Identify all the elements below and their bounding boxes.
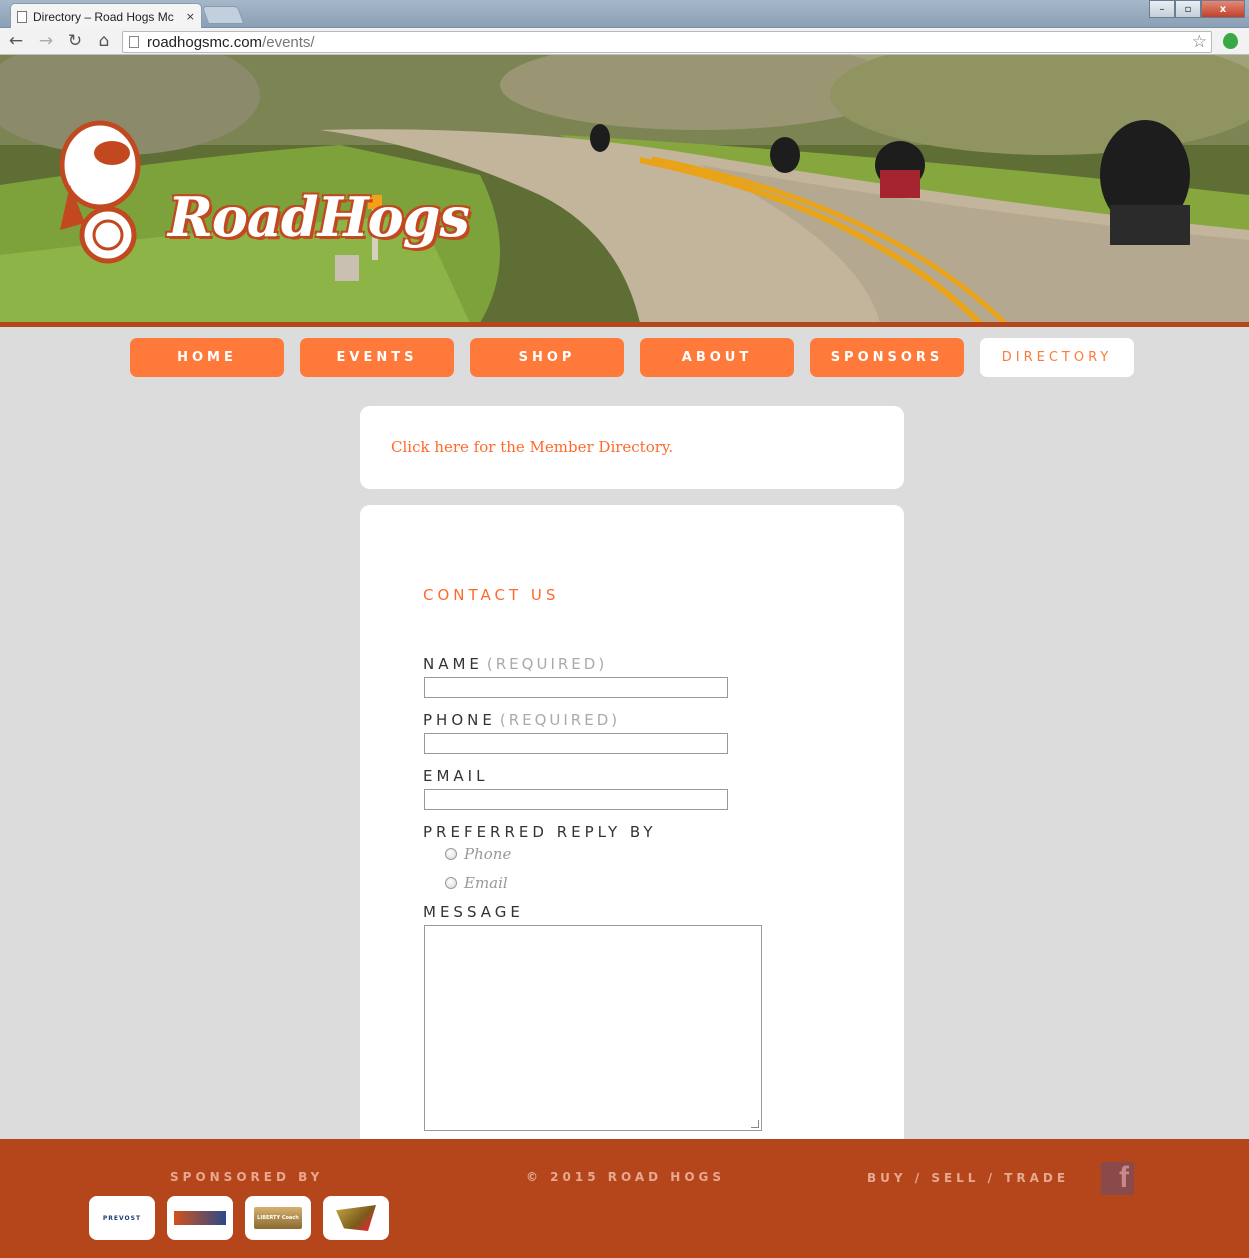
buy-sell-trade-link[interactable]: BUY / SELL / TRADE (867, 1171, 1069, 1185)
reply-label: PREFERRED REPLY BY (423, 823, 657, 841)
address-bar[interactable]: roadhogsmc.com/events/ ☆ (122, 31, 1212, 53)
sponsor-name: PREVOST (102, 1214, 142, 1222)
message-label: MESSAGE (423, 903, 524, 921)
new-tab-button[interactable] (201, 6, 245, 24)
footer: SPONSORED BY PREVOST LIBERTY Coach © 201… (0, 1139, 1249, 1258)
page-icon (17, 10, 27, 23)
url-path: /events/ (262, 33, 315, 51)
radio-email[interactable] (445, 877, 457, 889)
sponsor-name: LIBERTY Coach (257, 1215, 299, 1221)
reload-icon[interactable]: ↻ (65, 31, 85, 51)
reply-option-email[interactable]: Email (445, 874, 508, 892)
contact-title: CONTACT US (423, 586, 560, 604)
hero-banner: RoadHogs (0, 55, 1249, 323)
sponsor-mark: LIBERTY Coach (254, 1207, 302, 1229)
name-label: NAME (REQUIRED) (423, 655, 607, 673)
member-directory-link[interactable]: Click here for the Member Directory. (391, 438, 673, 456)
browser-tab-active[interactable]: Directory – Road Hogs Mc × (10, 3, 202, 29)
minimize-button[interactable]: – (1149, 0, 1175, 18)
nav-shop[interactable]: SHOP (470, 338, 624, 377)
radio-email-label: Email (464, 874, 508, 892)
page-icon (129, 36, 139, 48)
email-label: EMAIL (423, 767, 489, 785)
nav-events[interactable]: EVENTS (300, 338, 454, 377)
forward-arrow-icon[interactable]: → (36, 31, 56, 51)
url-host: roadhogsmc.com (147, 33, 263, 51)
facebook-icon[interactable]: f (1101, 1162, 1134, 1195)
nav-home[interactable]: HOME (130, 338, 284, 377)
sponsor-logo-liberty[interactable]: LIBERTY Coach (245, 1196, 311, 1240)
name-input[interactable] (424, 677, 728, 698)
close-window-button[interactable]: x (1201, 0, 1245, 18)
sponsor-mark (336, 1205, 376, 1231)
nav-directory[interactable]: DIRECTORY (980, 338, 1134, 377)
nav-about[interactable]: ABOUT (640, 338, 794, 377)
radio-phone-label: Phone (464, 845, 512, 863)
radio-phone[interactable] (445, 848, 457, 860)
maximize-button[interactable]: ▫ (1175, 0, 1201, 18)
directory-card: Click here for the Member Directory. (360, 406, 904, 489)
message-textarea[interactable] (424, 925, 762, 1131)
home-icon[interactable]: ⌂ (94, 31, 114, 51)
contact-card: CONTACT US NAME (REQUIRED) PHONE (REQUIRED… (360, 505, 904, 1165)
sponsored-by-label: SPONSORED BY (170, 1170, 324, 1184)
sponsor-logo-2[interactable] (167, 1196, 233, 1240)
site-logo[interactable]: RoadHogs (168, 185, 470, 249)
name-label-text: NAME (423, 655, 483, 673)
tab-title: Directory – Road Hogs Mc (33, 9, 174, 24)
required-note: (REQUIRED) (486, 655, 608, 673)
phone-input[interactable] (424, 733, 728, 754)
sponsor-logo-4[interactable] (323, 1196, 389, 1240)
required-note: (REQUIRED) (499, 711, 621, 729)
back-arrow-icon[interactable]: ← (6, 31, 26, 51)
sponsor-logos: PREVOST LIBERTY Coach (89, 1196, 389, 1240)
extension-icon[interactable] (1223, 33, 1238, 49)
browser-tab-bar: Directory – Road Hogs Mc × – ▫ x (0, 0, 1249, 29)
copyright: © 2015 ROAD HOGS (526, 1170, 726, 1184)
bookmark-star-icon[interactable]: ☆ (1192, 32, 1207, 52)
browser-toolbar: ← → ↻ ⌂ roadhogsmc.com/events/ ☆ (0, 28, 1249, 55)
hero-divider (0, 322, 1249, 327)
reply-option-phone[interactable]: Phone (445, 845, 511, 863)
email-input[interactable] (424, 789, 728, 810)
sponsor-logo-prevost[interactable]: PREVOST (89, 1196, 155, 1240)
nav-sponsors[interactable]: SPONSORS (810, 338, 964, 377)
phone-label: PHONE (REQUIRED) (423, 711, 620, 729)
main-nav: HOME EVENTS SHOP ABOUT SPONSORS DIRECTOR… (130, 338, 1134, 377)
phone-label-text: PHONE (423, 711, 496, 729)
window-controls: – ▫ x (1149, 0, 1245, 18)
tab-close-icon[interactable]: × (186, 10, 195, 23)
sponsor-mark (174, 1211, 226, 1225)
